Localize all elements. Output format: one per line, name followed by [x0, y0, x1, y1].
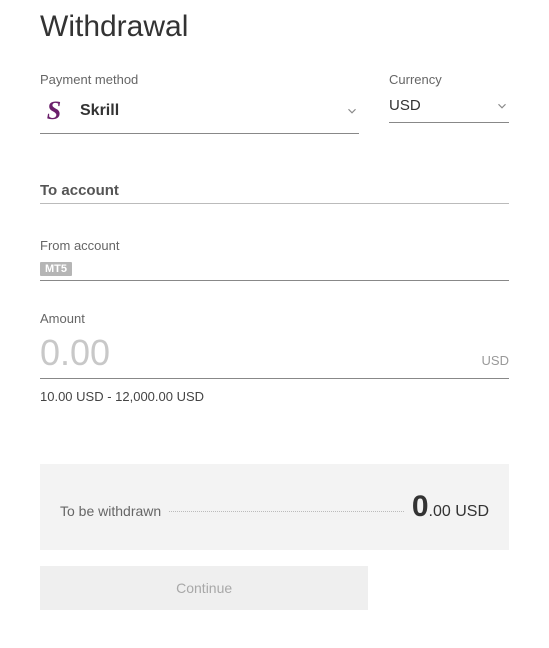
payment-method-label: Payment method	[40, 72, 359, 87]
page-title: Withdrawal	[40, 10, 509, 44]
chevron-down-icon	[345, 104, 359, 118]
amount-input[interactable]	[40, 332, 474, 374]
summary-label: To be withdrawn	[60, 503, 161, 519]
skrill-icon: S	[40, 97, 68, 125]
amount-range: 10.00 USD - 12,000.00 USD	[40, 389, 509, 404]
payment-method-field: Payment method S Skrill	[40, 72, 359, 134]
summary-dots	[169, 511, 404, 512]
chevron-down-icon	[495, 99, 509, 113]
amount-section: Amount USD 10.00 USD - 12,000.00 USD	[40, 311, 509, 404]
from-account-label: From account	[40, 238, 509, 253]
from-account-section: From account MT5	[40, 238, 509, 281]
payment-method-value: Skrill	[80, 102, 345, 120]
from-account-select[interactable]: MT5	[40, 259, 509, 281]
amount-label: Amount	[40, 311, 509, 326]
amount-currency: USD	[482, 353, 509, 368]
currency-select[interactable]: USD	[389, 93, 509, 123]
summary-value: 0.00 USD	[412, 490, 489, 524]
to-account-label: To account	[40, 182, 509, 204]
to-account-section: To account	[40, 182, 509, 204]
withdrawal-summary: To be withdrawn 0.00 USD	[40, 464, 509, 550]
continue-button[interactable]: Continue	[40, 566, 368, 610]
account-type-badge: MT5	[40, 262, 72, 276]
currency-value: USD	[389, 97, 495, 114]
currency-label: Currency	[389, 72, 509, 87]
payment-method-select[interactable]: S Skrill	[40, 93, 359, 134]
currency-field: Currency USD	[389, 72, 509, 134]
